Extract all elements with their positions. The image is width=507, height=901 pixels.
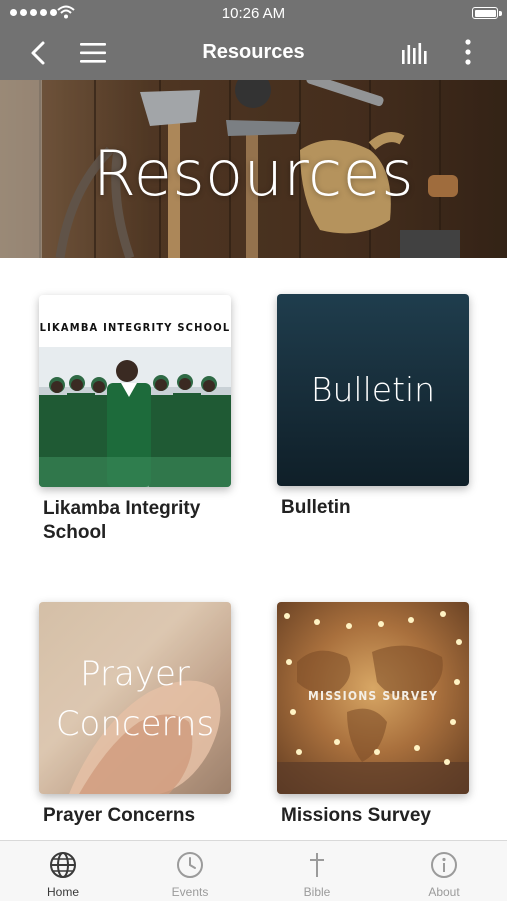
hero-title: Resources (92, 137, 415, 210)
resource-card-prayer-concerns[interactable]: Prayer Concerns Prayer Concerns (39, 602, 233, 828)
missions-thumbnail: MISSIONS SURVEY (277, 602, 469, 794)
more-vertical-icon (465, 39, 471, 65)
card-label: Bulletin (281, 497, 351, 518)
resource-card-missions-survey[interactable]: MISSIONS SURVEY Missions Survey (277, 602, 471, 828)
tab-home[interactable]: Home (0, 841, 126, 901)
audio-button[interactable] (398, 36, 432, 70)
info-icon (431, 852, 457, 878)
audio-bars-icon (402, 43, 427, 64)
prayer-thumbnail-text-line2: Concerns (55, 704, 215, 744)
clock-icon (177, 852, 203, 878)
bulletin-thumbnail-text: Bulletin (310, 370, 436, 409)
likamba-thumbnail-text: LIKAMBA INTEGRITY SCHOOL (39, 321, 231, 334)
prayer-thumbnail-text-line1: Prayer (80, 654, 190, 694)
bulletin-thumbnail: Bulletin (277, 294, 469, 486)
tab-home-label: Home (46, 885, 79, 899)
prayer-thumbnail: Prayer Concerns (39, 602, 231, 794)
hero-banner: Resources (0, 80, 507, 258)
nav-bar: Resources (0, 26, 507, 80)
card-label: Likamba Integrity School (43, 498, 201, 543)
students-photo (39, 347, 231, 487)
more-button[interactable] (451, 36, 485, 70)
status-time: 10:26 AM (221, 5, 286, 22)
resource-card-likamba[interactable]: LIKAMBA INTEGRITY SCHOOL Likamba Integri… (39, 295, 233, 545)
battery-icon (472, 7, 502, 19)
globe-icon (50, 852, 76, 878)
resource-card-bulletin[interactable]: Bulletin Bulletin (277, 294, 471, 520)
tab-bar: Home Events Bible About (0, 840, 507, 901)
cross-icon (310, 853, 324, 877)
praying-hands-photo (39, 602, 231, 794)
missions-thumbnail-text: MISSIONS SURVEY (308, 689, 438, 703)
card-label: Missions Survey (281, 805, 431, 826)
tab-bible[interactable]: Bible (254, 841, 380, 901)
tab-events-label: Events (171, 885, 209, 899)
card-label: Prayer Concerns (43, 805, 196, 826)
status-bar: 10:26 AM (0, 0, 507, 26)
tab-events[interactable]: Events (127, 841, 253, 901)
tab-about-label: About (428, 885, 460, 899)
likamba-thumbnail: LIKAMBA INTEGRITY SCHOOL (39, 295, 231, 487)
tab-bible-label: Bible (303, 885, 331, 899)
tab-about[interactable]: About (381, 841, 507, 901)
